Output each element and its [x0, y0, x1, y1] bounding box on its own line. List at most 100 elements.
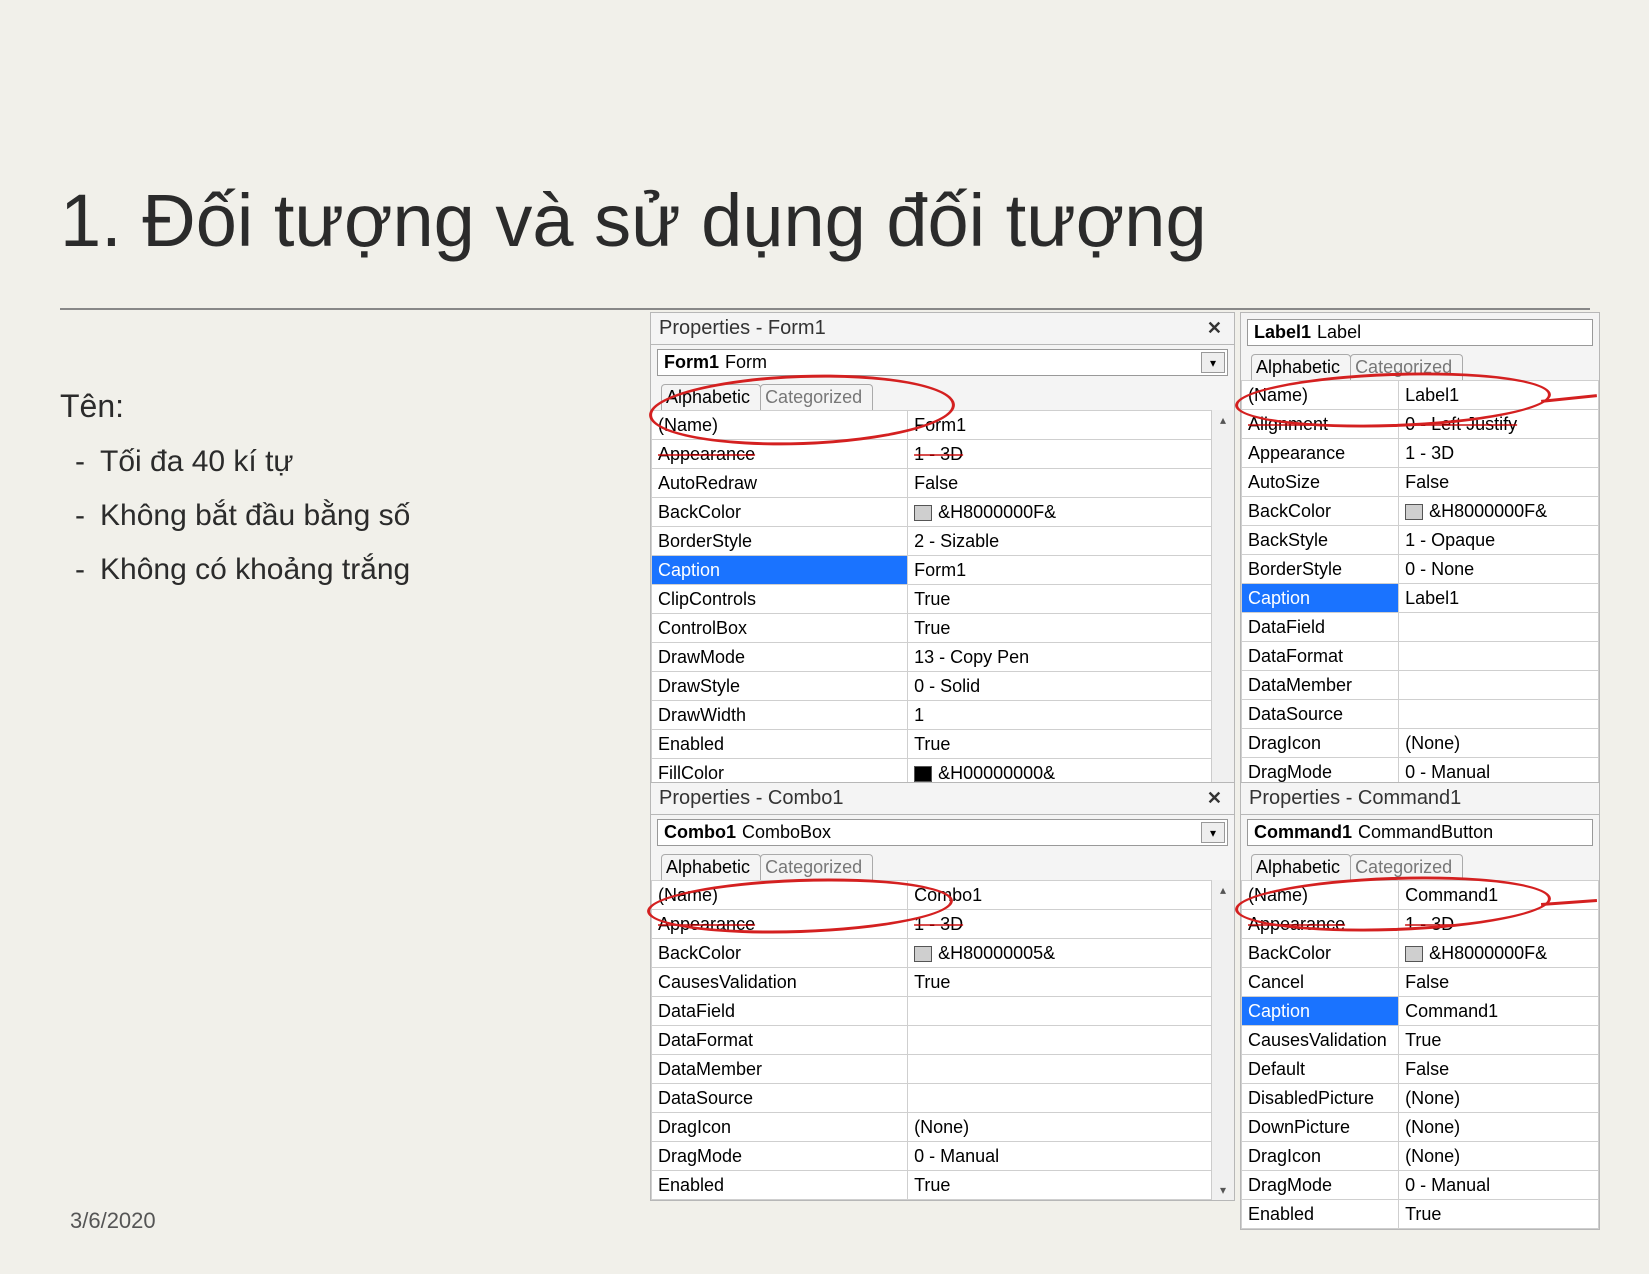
object-selector[interactable]: Command1 CommandButton	[1247, 819, 1593, 846]
property-value[interactable]: 1 - 3D	[908, 440, 1234, 469]
property-row[interactable]: (Name)Label1	[1242, 381, 1599, 410]
property-grid[interactable]: (Name)Combo1Appearance1 - 3DBackColor&H8…	[651, 880, 1234, 1200]
property-value[interactable]: 13 - Copy Pen	[908, 643, 1234, 672]
scroll-down-icon[interactable]: ▾	[1212, 1180, 1234, 1200]
property-value[interactable]: (None)	[1399, 1084, 1599, 1113]
property-value[interactable]: Label1	[1399, 584, 1599, 613]
property-value[interactable]	[908, 1055, 1234, 1084]
property-value[interactable]: 1	[908, 701, 1234, 730]
property-row[interactable]: CaptionForm1	[652, 556, 1234, 585]
property-value[interactable]: 2 - Sizable	[908, 527, 1234, 556]
property-row[interactable]: CaptionLabel1	[1242, 584, 1599, 613]
object-selector[interactable]: Combo1 ComboBox ▾	[657, 819, 1228, 846]
property-value[interactable]: False	[908, 469, 1234, 498]
dropdown-icon[interactable]: ▾	[1201, 352, 1225, 373]
property-row[interactable]: DataMember	[652, 1055, 1234, 1084]
property-value[interactable]: 1 - 3D	[908, 910, 1234, 939]
property-row[interactable]: Alignment0 - Left Justify	[1242, 410, 1599, 439]
property-row[interactable]: EnabledTrue	[1242, 1200, 1599, 1229]
property-row[interactable]: DataFormat	[652, 1026, 1234, 1055]
property-value[interactable]	[1399, 671, 1599, 700]
scrollbar[interactable]: ▴ ▾	[1211, 410, 1234, 817]
property-row[interactable]: CausesValidationTrue	[652, 968, 1234, 997]
property-value[interactable]	[1399, 613, 1599, 642]
property-row[interactable]: AutoSizeFalse	[1242, 468, 1599, 497]
property-row[interactable]: (Name)Form1	[652, 411, 1234, 440]
property-grid[interactable]: (Name)Label1Alignment0 - Left JustifyApp…	[1241, 380, 1599, 816]
property-row[interactable]: Appearance1 - 3D	[652, 910, 1234, 939]
property-row[interactable]: CausesValidationTrue	[1242, 1026, 1599, 1055]
close-icon[interactable]: ✕	[1203, 318, 1226, 339]
property-value[interactable]: &H8000000F&	[1399, 939, 1599, 968]
property-row[interactable]: Appearance1 - 3D	[1242, 439, 1599, 468]
property-row[interactable]: DataSource	[1242, 700, 1599, 729]
tab-categorized[interactable]: Categorized	[1350, 854, 1463, 880]
object-selector[interactable]: Form1 Form ▾	[657, 349, 1228, 376]
property-value[interactable]: 0 - None	[1399, 555, 1599, 584]
property-value[interactable]: Form1	[908, 411, 1234, 440]
property-row[interactable]: DragMode0 - Manual	[652, 1142, 1234, 1171]
property-row[interactable]: DataMember	[1242, 671, 1599, 700]
property-value[interactable]: False	[1399, 1055, 1599, 1084]
tab-categorized[interactable]: Categorized	[1350, 354, 1463, 380]
property-grid[interactable]: (Name)Command1Appearance1 - 3DBackColor&…	[1241, 880, 1599, 1229]
property-row[interactable]: BackColor&H8000000F&	[1242, 939, 1599, 968]
property-row[interactable]: AutoRedrawFalse	[652, 469, 1234, 498]
property-row[interactable]: BackColor&H8000000F&	[1242, 497, 1599, 526]
property-value[interactable]	[908, 1026, 1234, 1055]
property-value[interactable]: True	[908, 614, 1234, 643]
property-row[interactable]: Appearance1 - 3D	[652, 440, 1234, 469]
property-value[interactable]	[1399, 700, 1599, 729]
property-row[interactable]: DragIcon(None)	[652, 1113, 1234, 1142]
property-row[interactable]: BorderStyle2 - Sizable	[652, 527, 1234, 556]
property-row[interactable]: DragIcon(None)	[1242, 1142, 1599, 1171]
dropdown-icon[interactable]: ▾	[1201, 822, 1225, 843]
property-row[interactable]: EnabledTrue	[652, 1171, 1234, 1200]
property-value[interactable]: False	[1399, 468, 1599, 497]
property-value[interactable]: True	[908, 730, 1234, 759]
tab-categorized[interactable]: Categorized	[760, 854, 873, 880]
property-value[interactable]: True	[1399, 1026, 1599, 1055]
property-row[interactable]: Appearance1 - 3D	[1242, 910, 1599, 939]
tab-alphabetic[interactable]: Alphabetic	[1251, 854, 1351, 880]
property-value[interactable]: 1 - 3D	[1399, 910, 1599, 939]
tab-categorized[interactable]: Categorized	[760, 384, 873, 410]
property-value[interactable]: True	[908, 968, 1234, 997]
property-row[interactable]: (Name)Combo1	[652, 881, 1234, 910]
property-row[interactable]: CaptionCommand1	[1242, 997, 1599, 1026]
property-row[interactable]: DefaultFalse	[1242, 1055, 1599, 1084]
property-value[interactable]: Combo1	[908, 881, 1234, 910]
property-row[interactable]: EnabledTrue	[652, 730, 1234, 759]
property-value[interactable]: (None)	[1399, 1113, 1599, 1142]
property-row[interactable]: DrawWidth1	[652, 701, 1234, 730]
property-row[interactable]: ClipControlsTrue	[652, 585, 1234, 614]
property-value[interactable]: True	[1399, 1200, 1599, 1229]
tab-alphabetic[interactable]: Alphabetic	[1251, 354, 1351, 380]
property-value[interactable]: Label1	[1399, 381, 1599, 410]
property-row[interactable]: DataSource	[652, 1084, 1234, 1113]
property-value[interactable]: False	[1399, 968, 1599, 997]
property-value[interactable]: 1 - 3D	[1399, 439, 1599, 468]
property-row[interactable]: DrawStyle0 - Solid	[652, 672, 1234, 701]
property-row[interactable]: DataField	[1242, 613, 1599, 642]
property-row[interactable]: BackColor&H8000000F&	[652, 498, 1234, 527]
property-value[interactable]: &H80000005&	[908, 939, 1234, 968]
property-row[interactable]: (Name)Command1	[1242, 881, 1599, 910]
property-value[interactable]: Form1	[908, 556, 1234, 585]
scroll-up-icon[interactable]: ▴	[1212, 880, 1234, 900]
property-value[interactable]: True	[908, 1171, 1234, 1200]
property-row[interactable]: DownPicture(None)	[1242, 1113, 1599, 1142]
property-row[interactable]: DragIcon(None)	[1242, 729, 1599, 758]
property-value[interactable]: (None)	[908, 1113, 1234, 1142]
property-value[interactable]: 1 - Opaque	[1399, 526, 1599, 555]
property-value[interactable]: Command1	[1399, 881, 1599, 910]
property-row[interactable]: DragMode0 - Manual	[1242, 1171, 1599, 1200]
property-value[interactable]	[1399, 642, 1599, 671]
property-value[interactable]: True	[908, 585, 1234, 614]
property-grid[interactable]: (Name)Form1Appearance1 - 3DAutoRedrawFal…	[651, 410, 1234, 817]
tab-alphabetic[interactable]: Alphabetic	[661, 384, 761, 410]
close-icon[interactable]: ✕	[1203, 788, 1226, 809]
property-value[interactable]: 0 - Manual	[1399, 1171, 1599, 1200]
property-row[interactable]: CancelFalse	[1242, 968, 1599, 997]
tab-alphabetic[interactable]: Alphabetic	[661, 854, 761, 880]
